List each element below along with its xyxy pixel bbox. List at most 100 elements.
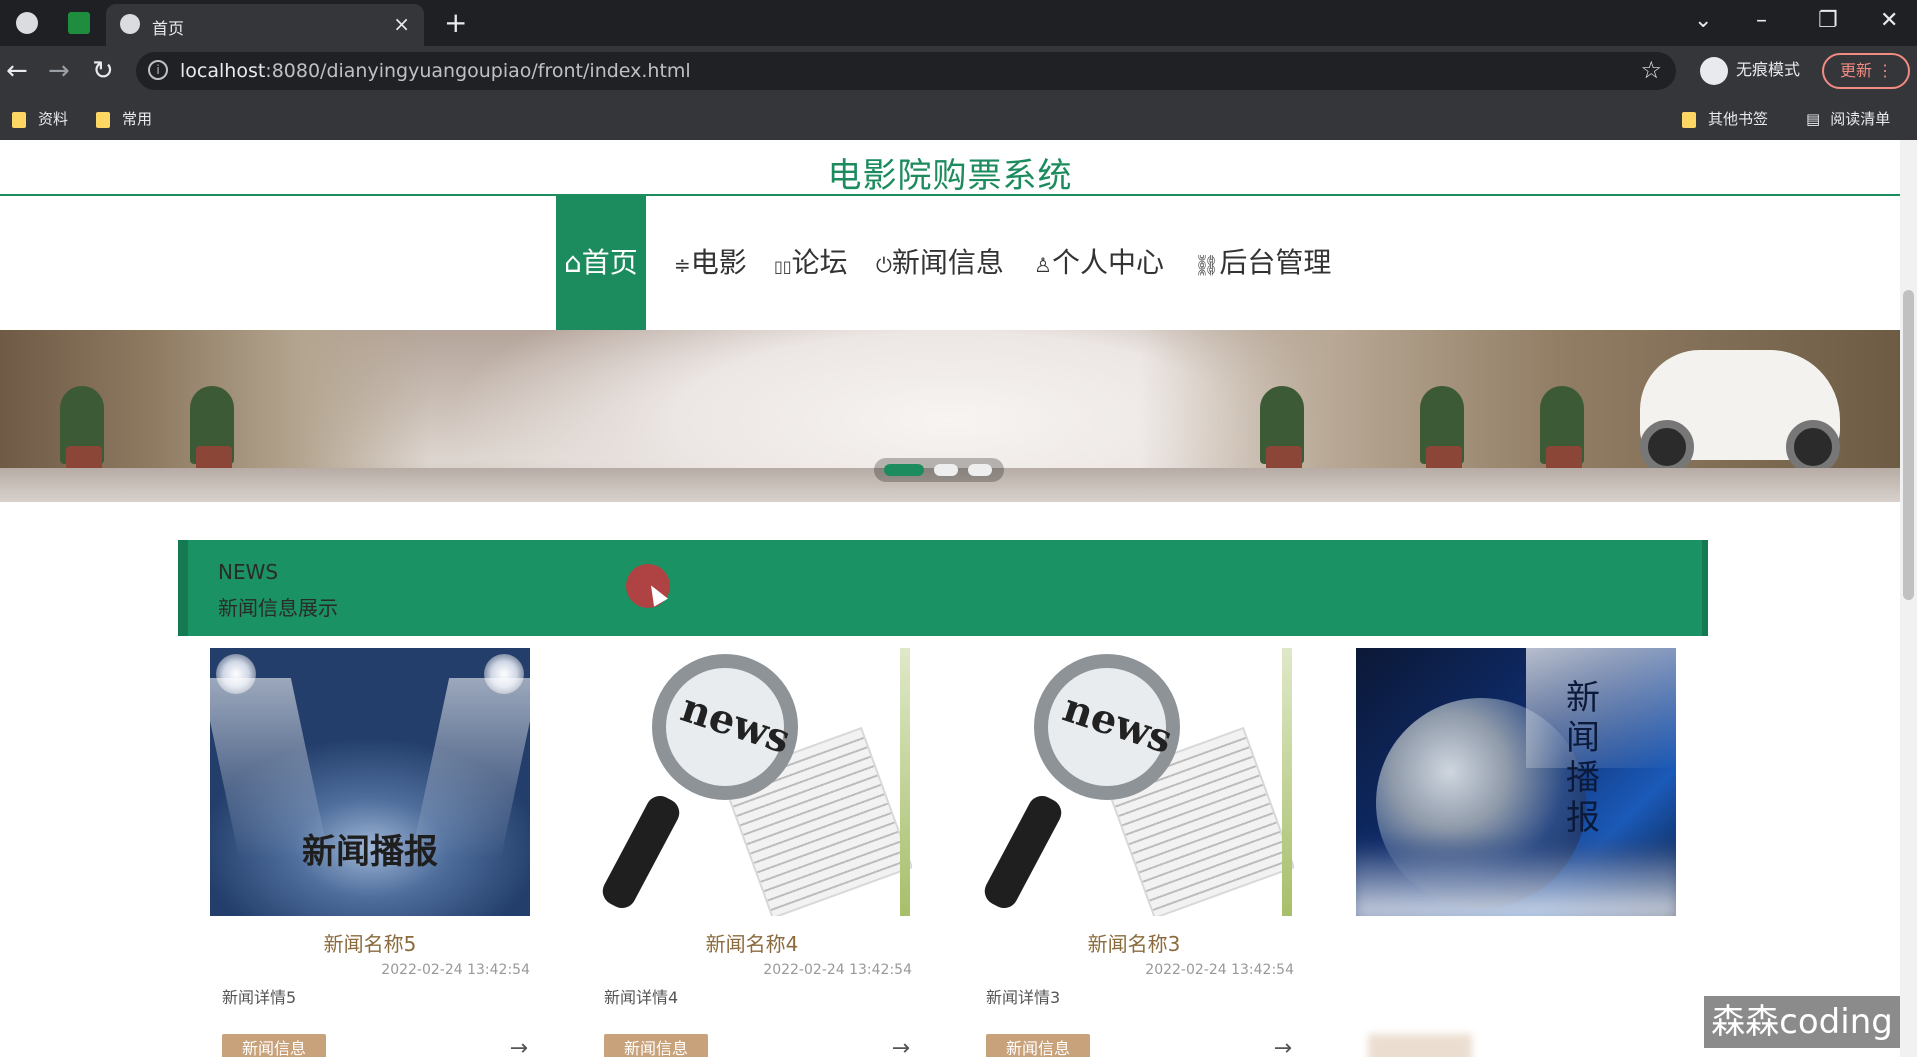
- back-icon[interactable]: ←: [6, 56, 28, 86]
- forward-icon[interactable]: →: [48, 56, 70, 86]
- nav-label: 电影: [690, 246, 747, 279]
- carousel-dot-3[interactable]: [968, 464, 992, 476]
- tab-search-icon[interactable]: ⌄: [1694, 8, 1712, 33]
- new-tab-icon[interactable]: +: [444, 6, 467, 39]
- nav-news[interactable]: ⏻新闻信息: [876, 196, 1004, 330]
- arrow-right-icon[interactable]: →: [892, 1036, 910, 1057]
- minimize-icon[interactable]: –: [1756, 8, 1767, 33]
- restore-icon[interactable]: ❐: [1818, 8, 1838, 33]
- toolbar: ← → ↻ i localhost:8080/dianyingyuangoupi…: [0, 46, 1917, 96]
- link-icon: ⛓: [1194, 253, 1220, 277]
- close-window-icon[interactable]: ✕: [1880, 8, 1898, 33]
- news-thumbnail[interactable]: 新闻播报: [1356, 648, 1676, 916]
- tab-title: 首页: [152, 19, 185, 38]
- filter-icon: ≑: [674, 253, 691, 277]
- reading-list[interactable]: ▤ 阅读清单: [1806, 108, 1890, 129]
- folder-icon: [96, 111, 110, 128]
- news-time: 2022-02-24 13:42:54: [1145, 962, 1294, 978]
- news-card[interactable]: news 新闻名称3 2022-02-24 13:42:54 新闻详情3 新闻信…: [974, 648, 1294, 1057]
- url-text[interactable]: localhost:8080/dianyingyuangoupiao/front…: [180, 60, 691, 82]
- thumbnail-text: news: [675, 683, 797, 764]
- news-detail: 新闻详情4: [604, 988, 679, 1007]
- page-scrollbar[interactable]: [1900, 140, 1917, 1057]
- nav-label: 个人中心: [1051, 246, 1164, 279]
- ruler-decoration: [1282, 648, 1292, 916]
- bookmark-label: 资料: [38, 110, 69, 128]
- other-bookmarks[interactable]: 其他书签: [1682, 108, 1768, 129]
- nav-admin[interactable]: ⛓后台管理: [1194, 196, 1331, 330]
- news-detail: 新闻详情3: [986, 988, 1061, 1007]
- folder-icon: [1682, 111, 1696, 128]
- site-title: 电影院购票系统: [827, 156, 1073, 196]
- columns-icon: ▯▯: [774, 257, 792, 276]
- carousel-indicators: [874, 458, 1004, 482]
- banner-carousel[interactable]: [0, 330, 1900, 502]
- bookmarks-bar: 资料 常用 其他书签 ▤ 阅读清单: [0, 96, 1917, 140]
- news-title-cn: 新闻信息展示: [218, 596, 338, 620]
- arrow-right-icon[interactable]: →: [1274, 1036, 1292, 1057]
- nav-movie[interactable]: ≑电影: [674, 196, 747, 330]
- bookmark-star-icon[interactable]: ☆: [1640, 56, 1662, 84]
- home-icon: ⌂: [564, 246, 582, 279]
- url-path: :8080/dianyingyuangoupiao/front/index.ht…: [265, 60, 691, 82]
- news-tag[interactable]: 新闻信息: [222, 1034, 326, 1057]
- news-name[interactable]: 新闻名称5: [210, 928, 530, 957]
- carousel-dot-2[interactable]: [934, 464, 958, 476]
- incognito-globe-icon[interactable]: [16, 12, 38, 34]
- scrollbar-thumb[interactable]: [1903, 290, 1914, 600]
- magnifier-handle: [597, 791, 685, 913]
- bookmark-folder-changyong[interactable]: 常用: [96, 108, 152, 129]
- news-detail: 新闻详情5: [222, 988, 297, 1007]
- incognito-indicator[interactable]: 无痕模式: [1700, 56, 1800, 86]
- thumbnail-text: 新闻播报: [302, 832, 438, 872]
- nav-label: 论坛: [791, 246, 848, 279]
- url-host: localhost: [180, 60, 266, 82]
- ruler-decoration: [900, 648, 910, 916]
- news-tag[interactable]: [1368, 1034, 1472, 1057]
- incognito-icon: [1700, 56, 1728, 85]
- nav-forum[interactable]: ▯▯论坛: [774, 196, 848, 330]
- nav-label: 首页: [581, 246, 638, 279]
- news-section-header: NEWS 新闻信息展示: [178, 540, 1708, 636]
- page: 电影院购票系统 ⌂首页 ≑电影 ▯▯论坛 ⏻新闻信息 ♙个人中心 ⛓后台管理 N…: [0, 140, 1900, 1057]
- carousel-dot-1[interactable]: [884, 464, 924, 476]
- incognito-label: 无痕模式: [1736, 60, 1801, 79]
- magnifier-icon: news: [1034, 654, 1180, 800]
- thumbnail-text: news: [1057, 683, 1179, 764]
- nav-home[interactable]: ⌂首页: [556, 196, 646, 330]
- news-tag[interactable]: 新闻信息: [604, 1034, 708, 1057]
- news-name[interactable]: 新闻名称3: [974, 928, 1294, 957]
- news-card[interactable]: 新闻播报: [1356, 648, 1676, 1057]
- tab-strip: 首页 × + ⌄ – ❐ ✕: [0, 0, 1917, 46]
- news-card[interactable]: 新闻播报 新闻名称5 2022-02-24 13:42:54 新闻详情5 新闻信…: [210, 648, 530, 1057]
- transition-blur: [1356, 846, 1676, 916]
- news-thumbnail[interactable]: news: [592, 648, 912, 916]
- news-title-en: NEWS: [218, 560, 279, 584]
- folder-icon: [12, 111, 26, 128]
- nav-label: 后台管理: [1219, 246, 1332, 279]
- news-time: 2022-02-24 13:42:54: [381, 962, 530, 978]
- scooter-image: [1640, 350, 1840, 474]
- bookmark-folder-ziliao[interactable]: 资料: [12, 108, 68, 129]
- close-tab-icon[interactable]: ×: [393, 12, 410, 36]
- tab-home[interactable]: 首页 ×: [106, 4, 424, 46]
- user-icon: ♙: [1034, 253, 1052, 277]
- news-thumbnail[interactable]: news: [974, 648, 1294, 916]
- reload-icon[interactable]: ↻: [92, 56, 114, 86]
- spreadsheet-tab-icon[interactable]: [68, 12, 90, 34]
- magnifier-icon: news: [652, 654, 798, 800]
- watermark: 森森coding: [1704, 996, 1900, 1048]
- site-info-icon[interactable]: i: [148, 60, 168, 80]
- news-thumbnail[interactable]: 新闻播报: [210, 648, 530, 916]
- address-bar[interactable]: i localhost:8080/dianyingyuangoupiao/fro…: [136, 52, 1676, 90]
- reading-list-icon: ▤: [1806, 110, 1821, 128]
- nav-personal-center[interactable]: ♙个人中心: [1034, 196, 1164, 330]
- power-icon: ⏻: [876, 253, 892, 277]
- news-name[interactable]: 新闻名称4: [592, 928, 912, 957]
- news-tag[interactable]: 新闻信息: [986, 1034, 1090, 1057]
- news-card[interactable]: news 新闻名称4 2022-02-24 13:42:54 新闻详情4 新闻信…: [592, 648, 912, 1057]
- arrow-right-icon[interactable]: →: [510, 1036, 528, 1057]
- nav-label: 新闻信息: [891, 246, 1004, 279]
- update-button[interactable]: 更新 ⋮: [1822, 53, 1910, 89]
- other-bookmarks-label: 其他书签: [1708, 110, 1769, 128]
